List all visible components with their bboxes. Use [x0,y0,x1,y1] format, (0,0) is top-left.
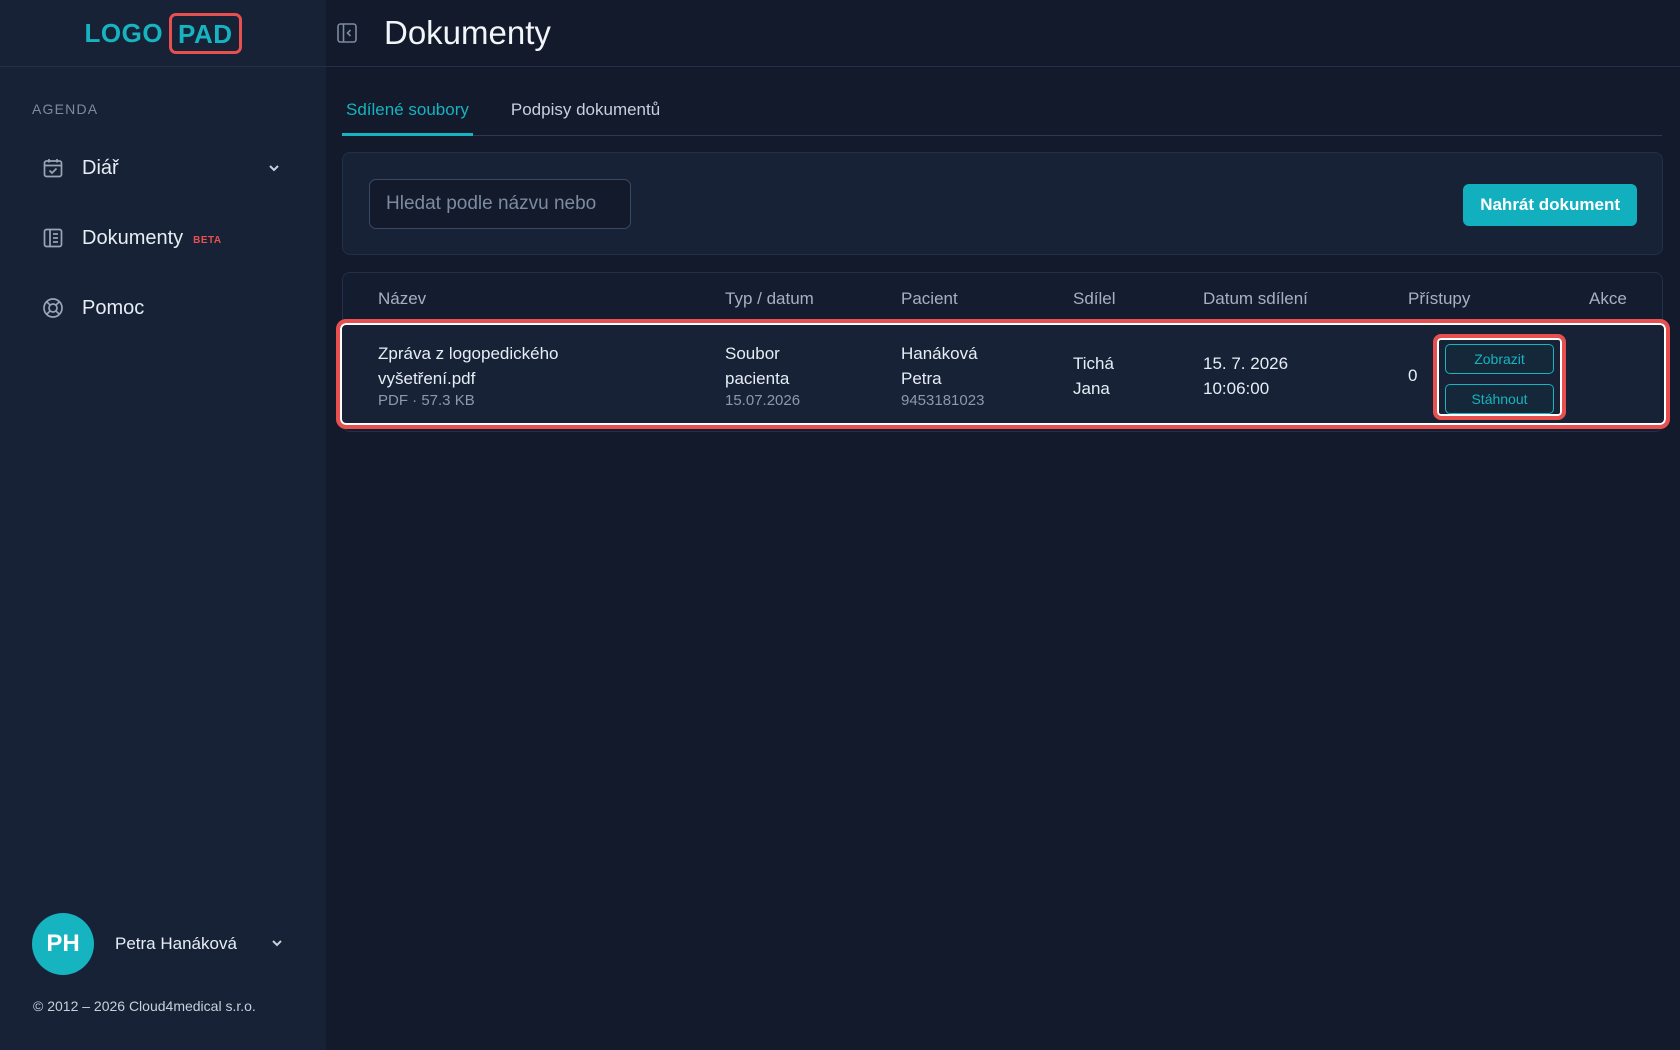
tab-document-signatures[interactable]: Podpisy dokumentů [507,86,664,136]
tab-shared-files[interactable]: Sdílené soubory [342,86,473,136]
chevron-down-icon[interactable] [269,935,285,951]
column-header-accesses: Přístupy [1408,289,1471,308]
download-button[interactable]: Stáhnout [1445,384,1554,414]
avatar: PH [32,913,94,975]
topbar: Dokumenty [326,0,1680,67]
sidebar-item-label: Diář [82,156,119,179]
patient-surname: Hanáková [901,344,978,363]
beta-badge: BETA [193,234,222,246]
calendar-check-icon [40,155,66,181]
accesses-cell: 0 [1408,366,1418,385]
sidebar: LOGO PAD AGENDA Diář Dokumenty BETA Pomo… [0,0,326,1050]
logo-bar: LOGO PAD [0,0,326,67]
shared-by-first-name: Jana [1073,379,1110,398]
sidebar-item-label: Dokumenty [82,226,184,249]
file-name-line-1: Zpráva z logopedického [378,344,559,363]
sidebar-item-diar[interactable]: Diář [40,155,119,181]
chevron-down-icon[interactable] [266,160,282,176]
document-icon [40,225,66,251]
shared-by-surname: Tichá [1073,354,1114,373]
section-label-agenda: AGENDA [32,101,99,117]
documents-table: Název Typ / datum Pacient Sdílel Datum s… [336,272,1670,432]
page-title: Dokumenty [384,14,551,51]
shared-by-cell: Tichá Jana [1073,351,1114,401]
logo[interactable]: LOGO PAD [84,12,242,54]
table-row[interactable]: Zpráva z logopedického vyšetření.pdf PDF… [336,319,1670,429]
view-button[interactable]: Zobrazit [1445,344,1554,374]
sidebar-item-pomoc[interactable]: Pomoc [40,295,144,321]
type-line-2: pacienta [725,369,790,388]
column-header-shared-date: Datum sdílení [1203,289,1308,308]
user-name: Petra Hanáková [115,934,237,953]
column-header-type: Typ / datum [725,289,814,308]
search-input[interactable] [369,179,631,229]
shared-date: 15. 7. 2026 [1203,354,1289,373]
user-menu[interactable]: PH Petra Hanáková [32,913,292,975]
type-line-1: Soubor [725,344,780,363]
logo-part-1: LOGO [84,17,164,48]
toolbar: Nahrát dokument [342,152,1663,255]
column-header-patient: Pacient [901,289,958,308]
file-meta: PDF · 57.3 KB [378,392,475,409]
file-name-cell: Zpráva z logopedického vyšetření.pdf PDF… [378,341,559,411]
patient-first-name: Petra [901,369,942,388]
type-cell: Soubor pacienta 15.07.2026 [725,341,800,411]
type-date: 15.07.2026 [725,392,801,409]
lifebuoy-icon [40,295,66,321]
file-name-line-2: vyšetření.pdf [378,369,476,388]
column-header-shared-by: Sdílel [1073,289,1116,308]
actions-cell: Zobrazit Stáhnout [1433,334,1566,420]
upload-document-button[interactable]: Nahrát dokument [1463,184,1637,226]
shared-date-cell: 15. 7. 2026 10:06:00 [1203,351,1288,401]
column-header-name: Název [378,289,427,308]
sidebar-item-dokumenty[interactable]: Dokumenty BETA [40,225,222,251]
copyright: © 2012 – 2026 Cloud4medical s.r.o. [33,998,256,1014]
shared-time: 10:06:00 [1203,379,1270,398]
main-content: Dokumenty Sdílené soubory Podpisy dokume… [326,0,1680,1050]
sidebar-item-label: Pomoc [82,296,145,319]
column-header-actions: Akce [1589,289,1627,308]
tabs: Sdílené soubory Podpisy dokumentů [342,86,1662,136]
patient-id: 9453181023 [901,392,985,409]
sidebar-collapse-icon[interactable] [336,22,358,44]
app-root: LOGO PAD AGENDA Diář Dokumenty BETA Pomo… [0,0,1680,1050]
logo-part-2: PAD [169,12,242,54]
patient-cell: Hanáková Petra 9453181023 [901,341,984,411]
